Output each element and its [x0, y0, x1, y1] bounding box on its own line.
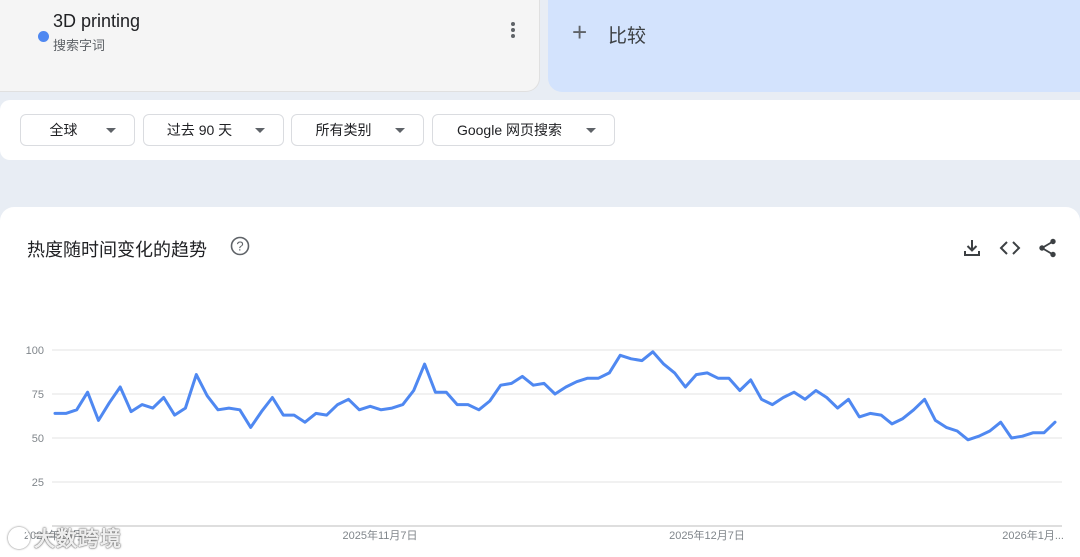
y-tick-label: 75 [32, 389, 44, 401]
series-line [53, 350, 1057, 442]
watermark: 大数跨境 [8, 523, 122, 553]
y-tick-label: 50 [32, 433, 44, 445]
trend-line-chart[interactable]: 1007550252025年10月... 2025年11月7日 2025年12月7日… [0, 0, 1080, 557]
x-tick-label: 2025年12月7日 [669, 528, 745, 542]
y-tick-label: 100 [26, 345, 44, 357]
watermark-logo-icon [8, 527, 30, 549]
y-tick-label: 25 [32, 477, 44, 489]
x-tick-label: 2026年1月... [1002, 528, 1064, 542]
x-tick-label: 2025年11月7日 [342, 528, 417, 542]
watermark-text: 大数跨境 [34, 528, 122, 551]
